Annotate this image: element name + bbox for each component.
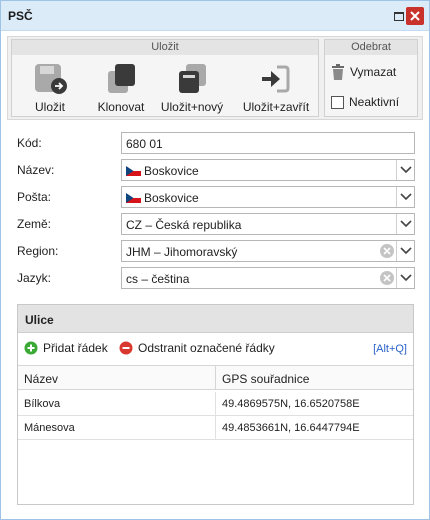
kod-label: Kód: bbox=[17, 136, 42, 150]
save-icon bbox=[35, 64, 67, 94]
title-bar: PSČ bbox=[1, 1, 429, 31]
column-headers: Název GPS souřadnice bbox=[18, 365, 413, 390]
close-button[interactable] bbox=[406, 7, 424, 25]
nazev-select[interactable]: Boskovice bbox=[121, 159, 415, 181]
chevron-down-icon bbox=[399, 247, 412, 255]
zeme-value: CZ – Česká republika bbox=[126, 218, 242, 232]
nazev-label: Název: bbox=[17, 163, 55, 177]
remove-rows-label: Odstranit označené řádky bbox=[138, 341, 275, 355]
street-name: Bílkova bbox=[24, 398, 61, 410]
trash-icon bbox=[332, 64, 344, 80]
save-group-title: Uložit bbox=[12, 40, 318, 55]
chevron-down-icon bbox=[399, 166, 412, 174]
save-new-button[interactable]: Uložit+nový bbox=[156, 60, 228, 116]
checkbox[interactable] bbox=[331, 95, 344, 109]
region-label: Region: bbox=[17, 244, 59, 258]
posta-dropdown-button[interactable] bbox=[396, 187, 414, 207]
cell-divider bbox=[215, 392, 216, 415]
jazyk-value: cs – čeština bbox=[126, 272, 190, 286]
window-title: PSČ bbox=[8, 9, 33, 23]
clone-label: Klonovat bbox=[97, 100, 145, 114]
plus-circle-icon bbox=[24, 341, 38, 355]
save-group: Uložit Uložit Klonovat Uložit+nový Uloži… bbox=[11, 39, 319, 117]
clone-icon bbox=[108, 64, 135, 93]
kod-input[interactable]: 680 01 bbox=[121, 132, 415, 154]
jazyk-clear-button[interactable] bbox=[380, 271, 394, 285]
shortcut-hint: [Alt+Q] bbox=[373, 343, 407, 355]
chevron-down-icon bbox=[399, 193, 412, 201]
column-header-name[interactable]: Název bbox=[24, 372, 58, 386]
cell-divider bbox=[215, 416, 216, 439]
region-dropdown-button[interactable] bbox=[396, 241, 414, 261]
clone-button[interactable]: Klonovat bbox=[88, 60, 154, 116]
streets-toolbar: Přidat řádek Odstranit označené řádky [A… bbox=[18, 335, 413, 363]
posta-label: Pošta: bbox=[17, 190, 52, 204]
posta-value: Boskovice bbox=[144, 191, 199, 205]
add-row-label: Přidat řádek bbox=[43, 341, 108, 355]
clear-icon bbox=[383, 274, 391, 282]
street-gps: 49.4869575N, 16.6520758E bbox=[222, 398, 360, 410]
minus-circle-icon bbox=[119, 341, 133, 355]
cz-flag-icon bbox=[126, 193, 141, 203]
zeme-select[interactable]: CZ – Česká republika bbox=[121, 213, 415, 235]
nazev-dropdown-button[interactable] bbox=[396, 160, 414, 180]
posta-select[interactable]: Boskovice bbox=[121, 186, 415, 208]
psc-window: PSČ Uložit Uložit Klonovat Uložit+nový U… bbox=[0, 0, 430, 520]
streets-panel: Ulice Přidat řádek Odstranit označené řá… bbox=[17, 304, 414, 505]
add-row-button[interactable]: Přidat řádek bbox=[24, 341, 108, 355]
column-divider[interactable] bbox=[215, 366, 216, 390]
region-row: Region: JHM – Jihomoravský bbox=[7, 240, 423, 262]
close-icon bbox=[410, 11, 420, 21]
jazyk-label: Jazyk: bbox=[17, 271, 52, 285]
chevron-down-icon bbox=[399, 220, 412, 228]
delete-label: Vymazat bbox=[350, 65, 397, 79]
column-header-gps[interactable]: GPS souřadnice bbox=[222, 372, 309, 386]
streets-title: Ulice bbox=[25, 313, 54, 327]
chevron-down-icon bbox=[399, 274, 412, 282]
save-close-button[interactable]: Uložit+zavřít bbox=[236, 60, 316, 116]
streets-header: Ulice bbox=[18, 305, 413, 333]
region-select[interactable]: JHM – Jihomoravský bbox=[121, 240, 415, 262]
cz-flag-icon bbox=[126, 166, 141, 176]
kod-value: 680 01 bbox=[126, 137, 163, 151]
save-button[interactable]: Uložit bbox=[14, 60, 86, 116]
remove-rows-button[interactable]: Odstranit označené řádky bbox=[119, 341, 275, 355]
save-label: Uložit bbox=[34, 100, 65, 114]
jazyk-dropdown-button[interactable] bbox=[396, 268, 414, 288]
form: Kód: 680 01 Název: Boskovice Pošta: Bosk… bbox=[7, 124, 423, 298]
inactive-checkbox[interactable]: Neaktivní bbox=[331, 92, 399, 112]
ribbon: Uložit Uložit Klonovat Uložit+nový Uloži… bbox=[7, 36, 423, 120]
table-row[interactable]: Mánesova 49.4853661N, 16.6447794E bbox=[18, 416, 413, 440]
inactive-label: Neaktivní bbox=[349, 95, 400, 109]
jazyk-row: Jazyk: cs – čeština bbox=[7, 267, 423, 289]
zeme-label: Země: bbox=[17, 217, 52, 231]
jazyk-select[interactable]: cs – čeština bbox=[121, 267, 415, 289]
save-close-icon bbox=[262, 65, 290, 93]
save-new-label: Uložit+nový bbox=[160, 100, 224, 114]
street-gps: 49.4853661N, 16.6447794E bbox=[222, 422, 360, 434]
delete-button[interactable]: Vymazat bbox=[331, 62, 396, 82]
table-row[interactable]: Bílkova 49.4869575N, 16.6520758E bbox=[18, 392, 413, 416]
posta-row: Pošta: Boskovice bbox=[7, 186, 423, 208]
kod-row: Kód: 680 01 bbox=[7, 132, 423, 154]
region-clear-button[interactable] bbox=[380, 244, 394, 258]
remove-group-title: Odebrat bbox=[325, 40, 417, 55]
nazev-value: Boskovice bbox=[144, 164, 199, 178]
save-new-icon bbox=[179, 64, 206, 93]
remove-group: Odebrat Vymazat Neaktivní bbox=[324, 39, 418, 117]
region-value: JHM – Jihomoravský bbox=[126, 245, 238, 259]
clear-icon bbox=[383, 247, 391, 255]
maximize-icon bbox=[394, 11, 404, 21]
zeme-dropdown-button[interactable] bbox=[396, 214, 414, 234]
nazev-row: Název: Boskovice bbox=[7, 159, 423, 181]
zeme-row: Země: CZ – Česká republika bbox=[7, 213, 423, 235]
street-name: Mánesova bbox=[24, 422, 75, 434]
save-close-label: Uložit+zavřít bbox=[242, 100, 310, 114]
